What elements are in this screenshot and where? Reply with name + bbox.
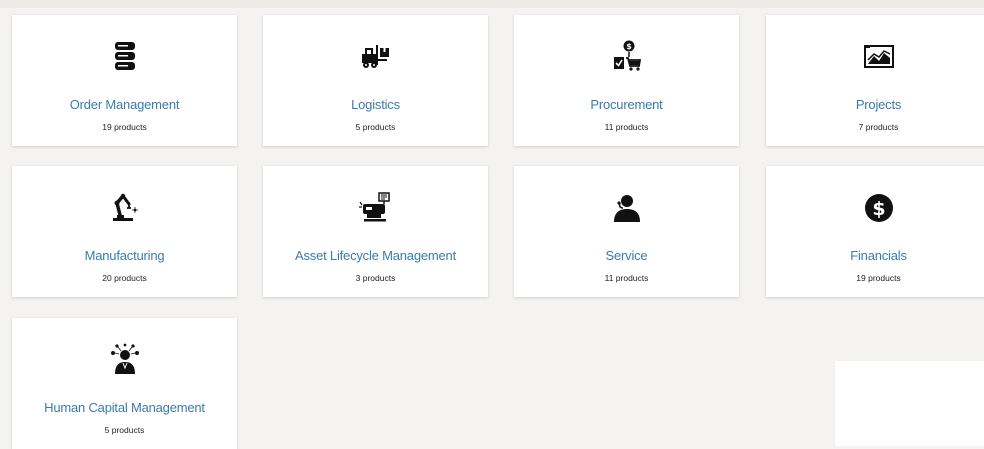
card-count: 19 products bbox=[856, 273, 901, 283]
card-count: 3 products bbox=[355, 273, 396, 283]
card-count: 20 products bbox=[102, 273, 147, 283]
card-title[interactable]: Service bbox=[514, 248, 739, 263]
blank-panel bbox=[835, 361, 984, 446]
svg-text:$: $ bbox=[626, 42, 632, 51]
procurement-cart-icon: $ bbox=[607, 37, 647, 77]
card-title[interactable]: Projects bbox=[766, 97, 984, 112]
card-title[interactable]: Order Management bbox=[12, 97, 237, 112]
card-title[interactable]: Logistics bbox=[263, 97, 488, 112]
service-agent-icon bbox=[607, 188, 647, 228]
card-title[interactable]: Manufacturing bbox=[12, 248, 237, 263]
card-title[interactable]: Procurement bbox=[514, 97, 739, 112]
forklift-icon bbox=[356, 37, 396, 77]
card-logistics[interactable]: Logistics 5 products bbox=[263, 15, 488, 146]
card-title[interactable]: Financials bbox=[766, 248, 984, 263]
card-count: 5 products bbox=[355, 122, 396, 132]
projects-chart-icon bbox=[859, 37, 899, 77]
people-network-icon bbox=[105, 340, 145, 380]
card-projects[interactable]: Projects 7 products bbox=[766, 15, 984, 146]
card-service[interactable]: Service 11 products bbox=[514, 166, 739, 297]
svg-text:$: $ bbox=[872, 198, 885, 220]
card-order-management[interactable]: Order Management 19 products bbox=[12, 15, 237, 146]
card-procurement[interactable]: $ Procurement 11 products bbox=[514, 15, 739, 146]
card-manufacturing[interactable]: Manufacturing 20 products bbox=[12, 166, 237, 297]
card-asset-lifecycle-management[interactable]: Asset Lifecycle Management 3 products bbox=[263, 166, 488, 297]
database-icon bbox=[105, 37, 145, 77]
robot-arm-icon bbox=[105, 188, 145, 228]
card-title[interactable]: Asset Lifecycle Management bbox=[263, 248, 488, 263]
card-count: 11 products bbox=[604, 273, 649, 283]
asset-machine-icon bbox=[356, 188, 396, 228]
card-human-capital-management[interactable]: Human Capital Management 5 products bbox=[12, 318, 237, 449]
top-bar bbox=[0, 0, 984, 8]
dollar-circle-icon: $ bbox=[859, 188, 899, 228]
card-financials[interactable]: $ Financials 19 products bbox=[766, 166, 984, 297]
card-count: 11 products bbox=[604, 122, 649, 132]
card-count: 19 products bbox=[102, 122, 147, 132]
card-count: 7 products bbox=[858, 122, 899, 132]
card-title[interactable]: Human Capital Management bbox=[12, 400, 237, 415]
card-count: 5 products bbox=[104, 425, 145, 435]
